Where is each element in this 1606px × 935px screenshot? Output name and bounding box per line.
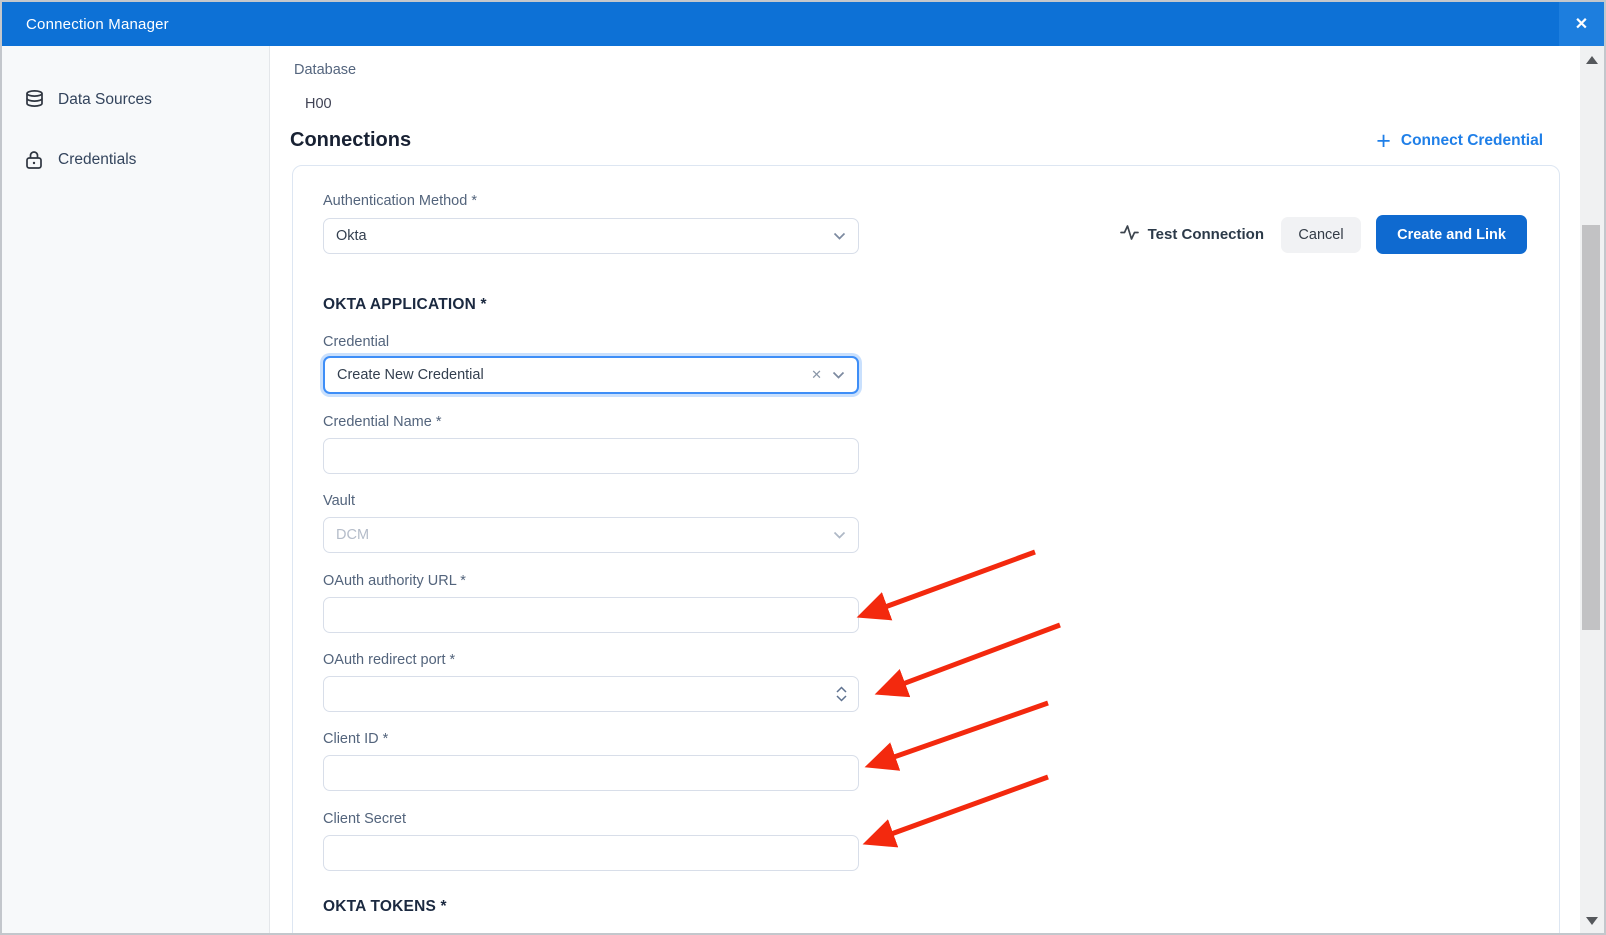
okta-application-heading: OKTA APPLICATION * — [323, 296, 487, 314]
sidebar-item-label: Data Sources — [58, 91, 152, 109]
page-title: Connections — [290, 129, 411, 152]
close-button[interactable]: ✕ — [1559, 2, 1604, 46]
vertical-scrollbar — [1580, 46, 1604, 935]
cancel-button[interactable]: Cancel — [1281, 217, 1361, 253]
scrollbar-thumb[interactable] — [1582, 225, 1600, 630]
number-stepper[interactable] — [829, 680, 853, 708]
chevron-down-icon — [833, 232, 846, 241]
chevron-down-icon — [832, 371, 845, 380]
clear-icon[interactable]: ✕ — [811, 367, 822, 383]
create-and-link-button[interactable]: Create and Link — [1376, 215, 1527, 254]
client-secret-input[interactable] — [323, 835, 859, 871]
plus-icon: + — [1376, 130, 1391, 152]
sidebar-item-label: Credentials — [58, 151, 136, 169]
oauth-redirect-port-label: OAuth redirect port * — [323, 652, 455, 668]
sidebar-item-credentials[interactable]: Credentials — [2, 136, 269, 184]
credential-name-input[interactable] — [323, 438, 859, 474]
sidebar-item-data-sources[interactable]: Data Sources — [2, 76, 269, 124]
oauth-redirect-port-input[interactable] — [324, 677, 858, 711]
client-secret-label: Client Secret — [323, 811, 406, 827]
credential-label: Credential — [323, 334, 389, 350]
okta-tokens-heading: OKTA TOKENS * — [323, 898, 447, 916]
connection-form-card: Authentication Method * Okta Test Connec… — [292, 165, 1560, 935]
oauth-authority-url-input[interactable] — [323, 597, 859, 633]
vault-select[interactable]: DCM — [323, 517, 859, 553]
client-id-input[interactable] — [323, 755, 859, 791]
chevron-down-icon — [836, 695, 847, 702]
oauth-authority-url-label: OAuth authority URL * — [323, 573, 466, 589]
test-connection-label: Test Connection — [1148, 226, 1264, 243]
database-context-value: H00 — [305, 96, 332, 112]
vault-label: Vault — [323, 493, 355, 509]
sidebar: Data Sources Credentials — [2, 46, 270, 935]
lock-icon — [24, 150, 44, 170]
connect-credential-label: Connect Credential — [1401, 132, 1543, 150]
scroll-down-icon[interactable] — [1586, 917, 1598, 925]
pulse-icon — [1120, 224, 1139, 245]
credential-name-label: Credential Name * — [323, 414, 441, 430]
credential-value: Create New Credential — [337, 367, 811, 383]
vault-value: DCM — [336, 527, 833, 543]
database-context-label: Database — [294, 62, 356, 78]
auth-method-value: Okta — [336, 228, 833, 244]
connection-manager-window: Connection Manager ✕ Data Sources — [0, 0, 1606, 935]
chevron-up-icon — [836, 686, 847, 693]
database-icon — [24, 90, 44, 110]
scroll-up-icon[interactable] — [1586, 56, 1598, 64]
chevron-down-icon — [833, 531, 846, 540]
close-icon: ✕ — [1575, 14, 1588, 34]
auth-method-label: Authentication Method * — [323, 193, 477, 209]
form-actions: Test Connection Cancel Create and Link — [1120, 215, 1527, 254]
credential-select[interactable]: Create New Credential ✕ — [323, 356, 859, 394]
window-title: Connection Manager — [2, 16, 169, 33]
oauth-redirect-port-field — [323, 676, 859, 712]
auth-method-select[interactable]: Okta — [323, 218, 859, 254]
titlebar: Connection Manager ✕ — [2, 2, 1604, 46]
test-connection-button[interactable]: Test Connection — [1120, 224, 1264, 245]
connect-credential-button[interactable]: + Connect Credential — [1376, 130, 1543, 152]
client-id-label: Client ID * — [323, 731, 388, 747]
